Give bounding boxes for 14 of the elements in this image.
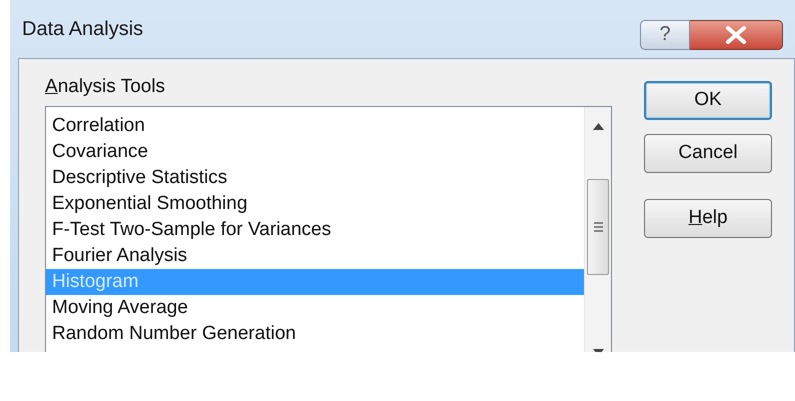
list-label: Analysis Tools: [45, 75, 166, 99]
list-item[interactable]: Exponential Smoothing: [46, 190, 584, 216]
list-item[interactable]: Moving Average: [46, 294, 584, 320]
list-item[interactable]: Random Number Generation: [46, 320, 584, 346]
list-item[interactable]: Fourier Analysis: [46, 242, 584, 268]
dialog-button[interactable]: Help: [644, 199, 772, 238]
list-item[interactable]: Covariance: [46, 138, 584, 164]
window-title: Data Analysis: [22, 17, 144, 42]
list-item[interactable]: Descriptive Statistics: [46, 164, 584, 190]
dialog-button[interactable]: Cancel: [644, 134, 772, 173]
list-item[interactable]: F-Test Two-Sample for Variances: [46, 216, 584, 242]
help-button[interactable]: ?: [640, 20, 690, 50]
dialog-button[interactable]: OK: [644, 81, 772, 120]
list-item[interactable]: Correlation: [46, 112, 584, 138]
